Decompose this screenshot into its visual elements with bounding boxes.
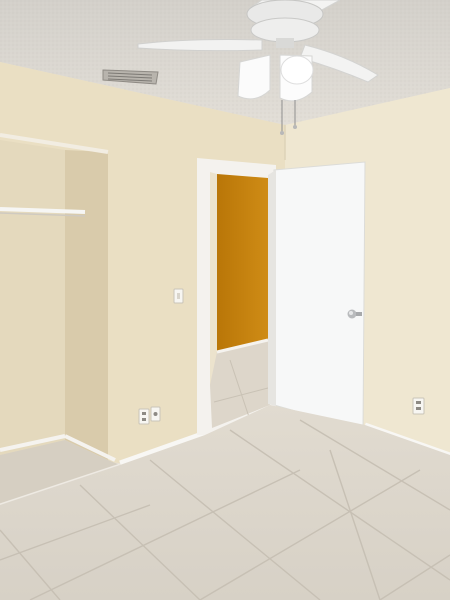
closet-side-wall: [65, 150, 108, 460]
outlet-icon: [412, 397, 425, 415]
closet-back-wall: [0, 140, 65, 455]
room-photo: [0, 0, 450, 600]
light-switch-icon[interactable]: [173, 288, 184, 304]
hall-side-wall: [210, 172, 217, 385]
outlet-icon: [150, 406, 161, 422]
hall-back-wall: [217, 174, 268, 352]
open-door[interactable]: [273, 161, 366, 431]
outlet-icon: [138, 408, 150, 425]
door-edge: [268, 170, 276, 406]
room-scene: [0, 0, 450, 600]
